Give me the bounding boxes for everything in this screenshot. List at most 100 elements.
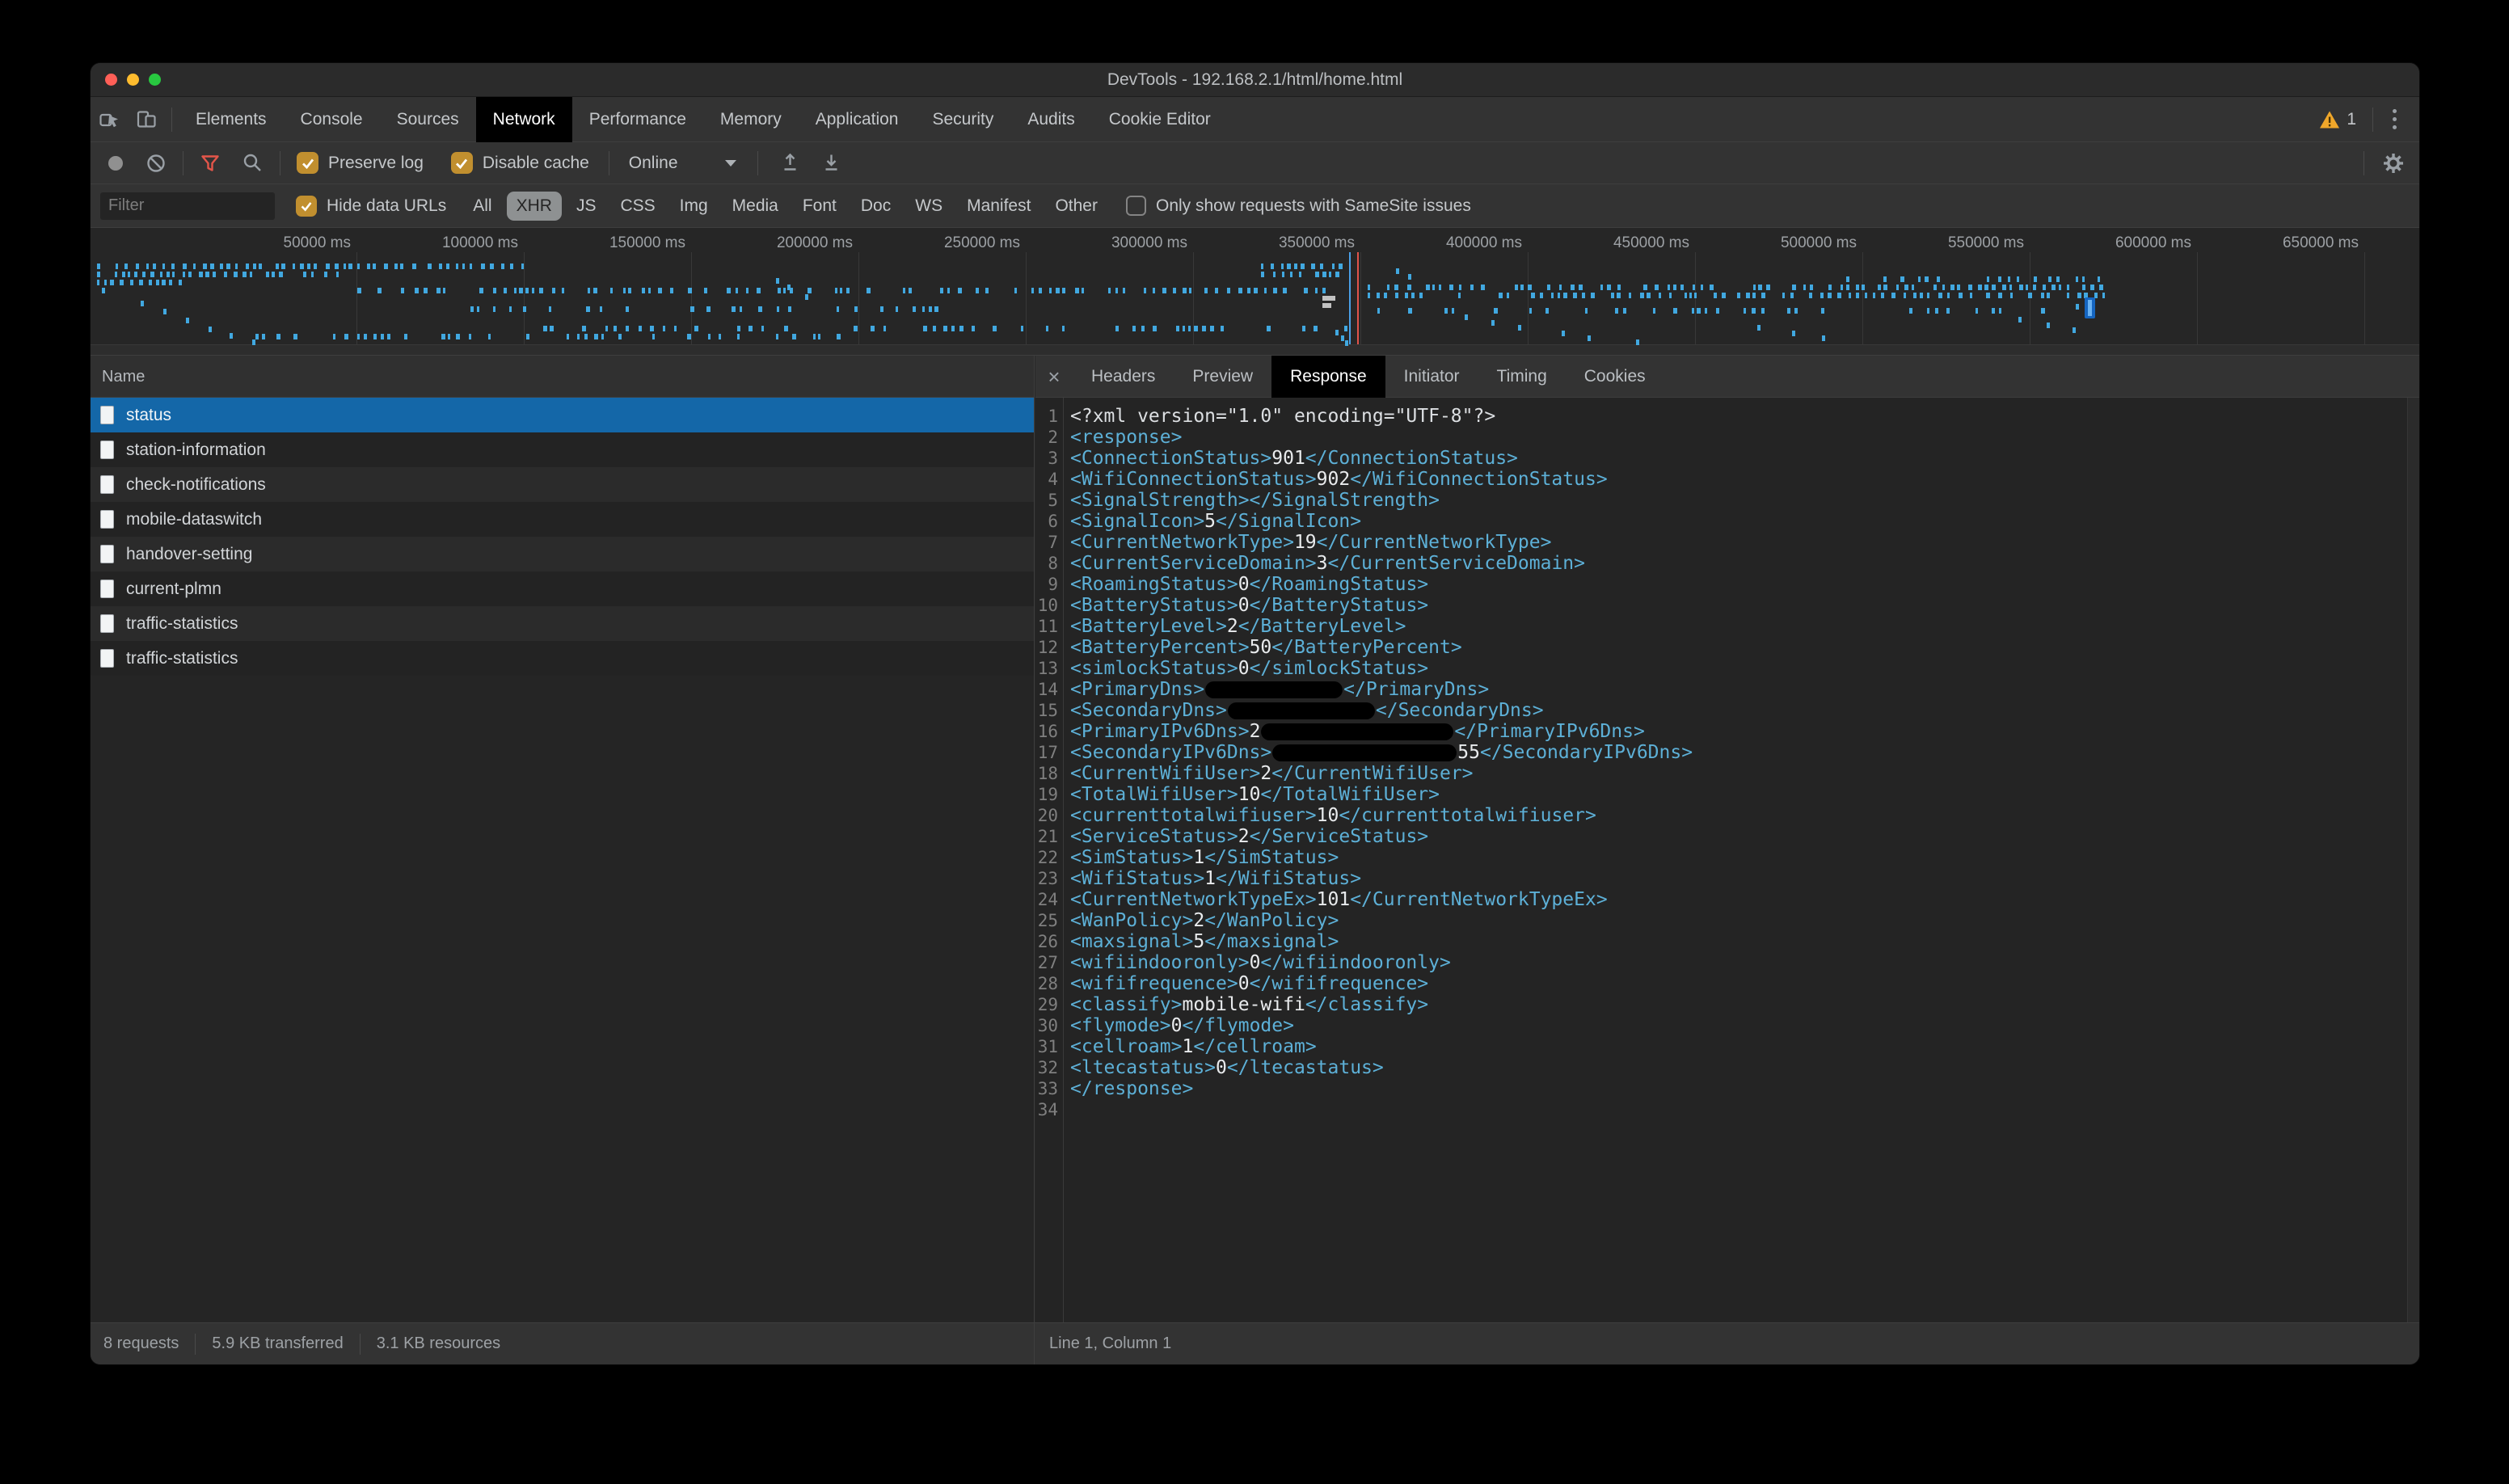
request-tick xyxy=(1803,285,1806,290)
main-tab-cookie-editor[interactable]: Cookie Editor xyxy=(1092,97,1228,142)
request-tick xyxy=(2017,276,2019,282)
type-filter-ws[interactable]: WS xyxy=(905,192,952,221)
request-tick xyxy=(600,306,602,312)
request-tick xyxy=(846,288,850,293)
inspect-element-icon[interactable] xyxy=(91,102,128,137)
request-tick xyxy=(940,288,943,293)
type-filter-js[interactable]: JS xyxy=(567,192,606,221)
code-line: 24<CurrentNetworkTypeEx>101</CurrentNetw… xyxy=(1035,889,2419,910)
request-tick xyxy=(1878,285,1881,290)
detail-tab-response[interactable]: Response xyxy=(1271,356,1385,398)
device-toolbar-icon[interactable] xyxy=(128,102,165,137)
detail-tab-headers[interactable]: Headers xyxy=(1073,356,1174,398)
request-tick xyxy=(335,263,339,269)
main-tab-security[interactable]: Security xyxy=(915,97,1010,142)
timeline-scroll-strip[interactable] xyxy=(91,344,2419,355)
hide-data-urls-checkbox[interactable]: Hide data URLs xyxy=(296,196,446,217)
request-tick xyxy=(663,326,665,331)
detail-tab-initiator[interactable]: Initiator xyxy=(1385,356,1478,398)
request-tick xyxy=(1329,272,1331,277)
devtools-menu-icon[interactable] xyxy=(2380,109,2410,129)
import-har-icon[interactable] xyxy=(779,152,801,174)
xml-value: 0 xyxy=(1238,658,1250,679)
main-tab-application[interactable]: Application xyxy=(799,97,916,142)
request-tick xyxy=(1992,285,1996,290)
xml-tag: </currenttotalwifiuser> xyxy=(1339,805,1596,826)
xml-tag: <SecondaryIPv6Dns> xyxy=(1070,742,1271,763)
filter-toggle-icon[interactable] xyxy=(200,153,221,174)
request-tick xyxy=(179,280,182,285)
type-filter-media[interactable]: Media xyxy=(723,192,788,221)
request-tick xyxy=(1999,308,2001,314)
record-network-log-button[interactable] xyxy=(108,156,123,171)
settings-gear-icon[interactable] xyxy=(2382,152,2405,175)
type-filter-all[interactable]: All xyxy=(463,192,501,221)
request-tick xyxy=(1021,326,1023,331)
request-row-status[interactable]: status xyxy=(91,398,1034,432)
request-tick xyxy=(605,326,608,331)
request-tick xyxy=(1761,293,1765,298)
request-tick xyxy=(1957,285,1960,290)
response-scrollbar[interactable] xyxy=(2407,398,2419,1322)
request-row-mobile-dataswitch[interactable]: mobile-dataswitch xyxy=(91,502,1034,537)
main-tab-sources[interactable]: Sources xyxy=(380,97,476,142)
throttling-dropdown[interactable]: Online xyxy=(629,154,736,173)
type-filter-css[interactable]: CSS xyxy=(610,192,664,221)
request-row-check-notifications[interactable]: check-notifications xyxy=(91,467,1034,502)
request-tick xyxy=(586,306,590,312)
name-column-header[interactable]: Name xyxy=(91,356,1034,398)
request-tick xyxy=(186,318,189,323)
type-filter-doc[interactable]: Doc xyxy=(851,192,900,221)
titlebar: DevTools - 192.168.2.1/html/home.html xyxy=(91,63,2419,97)
request-row-current-plmn[interactable]: current-plmn xyxy=(91,571,1034,606)
request-tick xyxy=(110,280,114,285)
main-tab-audits[interactable]: Audits xyxy=(1010,97,1091,142)
export-har-icon[interactable] xyxy=(820,152,842,174)
type-filter-other[interactable]: Other xyxy=(1045,192,1107,221)
clear-network-log-button[interactable] xyxy=(145,153,167,174)
xml-value: 1 xyxy=(1193,847,1204,868)
line-number: 10 xyxy=(1035,595,1063,616)
request-row-handover-setting[interactable]: handover-setting xyxy=(91,537,1034,571)
request-tick xyxy=(1558,293,1560,298)
request-row-traffic-statistics[interactable]: traffic-statistics xyxy=(91,641,1034,676)
main-tab-elements[interactable]: Elements xyxy=(179,97,284,142)
preserve-log-checkbox[interactable]: Preserve log xyxy=(297,152,424,174)
type-filter-font[interactable]: Font xyxy=(793,192,846,221)
type-filter-img[interactable]: Img xyxy=(670,192,718,221)
disable-cache-checkbox[interactable]: Disable cache xyxy=(451,152,589,174)
request-tick xyxy=(348,263,352,269)
request-tick xyxy=(276,334,280,339)
line-content: <BatteryLevel>2</BatteryLevel> xyxy=(1063,616,1406,637)
search-icon[interactable] xyxy=(242,152,264,174)
main-tab-performance[interactable]: Performance xyxy=(572,97,703,142)
timeline-overview[interactable]: 50000 ms100000 ms150000 ms200000 ms25000… xyxy=(91,228,2419,356)
request-tick xyxy=(1287,263,1291,269)
type-filter-manifest[interactable]: Manifest xyxy=(957,192,1040,221)
samesite-issues-checkbox[interactable]: Only show requests with SameSite issues xyxy=(1126,196,1471,216)
request-row-station-information[interactable]: station-information xyxy=(91,432,1034,467)
detail-tab-timing[interactable]: Timing xyxy=(1478,356,1566,398)
main-tab-console[interactable]: Console xyxy=(284,97,380,142)
xml-tag: <SignalStrength></SignalStrength> xyxy=(1070,490,1440,511)
request-tick xyxy=(1153,326,1157,331)
request-tick xyxy=(626,306,629,312)
code-line: 14<PrimaryDns></PrimaryDns> xyxy=(1035,679,2419,700)
detail-tab-cookies[interactable]: Cookies xyxy=(1566,356,1664,398)
request-tick xyxy=(2076,304,2079,310)
request-row-traffic-statistics[interactable]: traffic-statistics xyxy=(91,606,1034,641)
type-filter-xhr[interactable]: XHR xyxy=(507,192,562,221)
xml-tag: <CurrentWifiUser> xyxy=(1070,763,1260,784)
main-tab-memory[interactable]: Memory xyxy=(703,97,799,142)
timeline-tick-label: 450000 ms xyxy=(1613,234,1689,252)
request-tick xyxy=(1865,293,1867,298)
main-tab-network[interactable]: Network xyxy=(476,97,572,142)
close-detail-icon[interactable]: × xyxy=(1035,356,1073,398)
response-body-viewer[interactable]: 1<?xml version="1.0" encoding="UTF-8"?>2… xyxy=(1035,398,2419,1322)
issues-warning-badge[interactable]: 1 xyxy=(2309,110,2366,129)
request-tick xyxy=(172,272,175,277)
detail-tab-preview[interactable]: Preview xyxy=(1174,356,1271,398)
request-tick xyxy=(1611,293,1614,298)
request-tick xyxy=(281,263,285,269)
filter-input[interactable] xyxy=(100,192,275,220)
